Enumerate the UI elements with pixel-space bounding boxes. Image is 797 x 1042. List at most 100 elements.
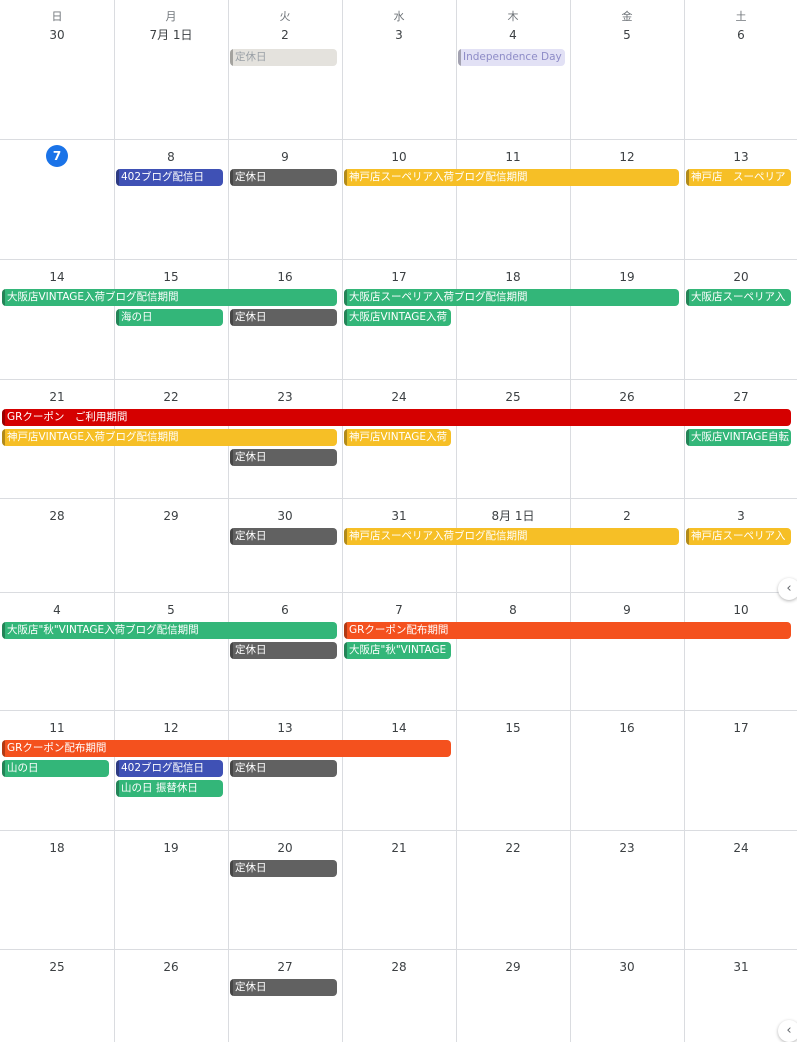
day-number[interactable]: 7月 1日: [114, 28, 228, 42]
chevron-left-icon[interactable]: ‹: [778, 1020, 797, 1042]
day-number[interactable]: 27: [228, 960, 342, 974]
calendar-event-chip[interactable]: 山の日 振替休日: [116, 780, 223, 797]
calendar-event-chip[interactable]: 大阪店スーペリア入: [686, 289, 791, 306]
day-number[interactable]: 10: [684, 603, 797, 617]
day-number[interactable]: 25: [456, 390, 570, 404]
event-edge-marker: [2, 409, 5, 426]
day-number[interactable]: 24: [684, 841, 797, 855]
calendar-event-chip[interactable]: 神戸店スーペリア入荷ブログ配信期間: [344, 169, 679, 186]
calendar-event-chip[interactable]: 大阪店"秋"VINTAGE: [344, 642, 451, 659]
day-number[interactable]: 31: [684, 960, 797, 974]
calendar-event-chip[interactable]: 大阪店VINTAGE入荷ブログ配信期間: [2, 289, 337, 306]
day-number[interactable]: 19: [114, 841, 228, 855]
day-number[interactable]: 5: [570, 28, 684, 42]
day-number[interactable]: 31: [342, 509, 456, 523]
day-number[interactable]: 17: [684, 721, 797, 735]
day-number[interactable]: 28: [0, 509, 114, 523]
day-number[interactable]: 20: [684, 270, 797, 284]
calendar-event-chip[interactable]: 神戸店スーペリア入: [686, 528, 791, 545]
calendar-event-chip[interactable]: 定休日: [230, 642, 337, 659]
day-number[interactable]: 24: [342, 390, 456, 404]
day-number[interactable]: 15: [114, 270, 228, 284]
day-number[interactable]: 29: [456, 960, 570, 974]
day-number[interactable]: 23: [570, 841, 684, 855]
calendar-event-chip[interactable]: 海の日: [116, 309, 223, 326]
event-edge-marker: [344, 309, 347, 326]
day-number[interactable]: 3: [684, 509, 797, 523]
day-number[interactable]: 11: [456, 150, 570, 164]
day-number[interactable]: 26: [114, 960, 228, 974]
day-number[interactable]: 9: [228, 150, 342, 164]
day-number[interactable]: 26: [570, 390, 684, 404]
calendar-event-chip[interactable]: GRクーポン ご利用期間: [2, 409, 791, 426]
day-number[interactable]: 30: [0, 28, 114, 42]
event-title: 定休日: [235, 530, 267, 542]
calendar-event-chip[interactable]: GRクーポン配布期間: [344, 622, 791, 639]
calendar-event-chip[interactable]: 大阪店VINTAGE自転: [686, 429, 791, 446]
day-number[interactable]: 18: [456, 270, 570, 284]
day-number[interactable]: 11: [0, 721, 114, 735]
calendar-event-chip[interactable]: 定休日: [230, 169, 337, 186]
day-number[interactable]: 8月 1日: [456, 509, 570, 523]
calendar-event-chip[interactable]: 定休日: [230, 309, 337, 326]
calendar-event-chip[interactable]: 神戸店 スーペリア: [686, 169, 791, 186]
day-number[interactable]: 9: [570, 603, 684, 617]
day-number[interactable]: 2: [570, 509, 684, 523]
calendar-event-chip[interactable]: 神戸店VINTAGE入荷ブログ配信期間: [2, 429, 337, 446]
day-number[interactable]: 4: [456, 28, 570, 42]
calendar-event-chip[interactable]: 定休日: [230, 979, 337, 996]
day-number[interactable]: 2: [228, 28, 342, 42]
day-number[interactable]: 30: [228, 509, 342, 523]
day-number[interactable]: 17: [342, 270, 456, 284]
calendar-event-chip[interactable]: 神戸店スーペリア入荷ブログ配信期間: [344, 528, 679, 545]
chevron-left-icon[interactable]: ‹: [778, 578, 797, 600]
day-number[interactable]: 19: [570, 270, 684, 284]
day-number[interactable]: 15: [456, 721, 570, 735]
day-number[interactable]: 14: [342, 721, 456, 735]
day-number[interactable]: 28: [342, 960, 456, 974]
day-number[interactable]: 18: [0, 841, 114, 855]
day-number[interactable]: 5: [114, 603, 228, 617]
day-number[interactable]: 6: [684, 28, 797, 42]
calendar-event-chip[interactable]: 402ブログ配信日: [116, 169, 223, 186]
day-number[interactable]: 6: [228, 603, 342, 617]
calendar-event-chip[interactable]: 定休日: [230, 449, 337, 466]
day-number[interactable]: 29: [114, 509, 228, 523]
calendar-event-chip[interactable]: 大阪店VINTAGE入荷: [344, 309, 451, 326]
calendar-event-chip[interactable]: 定休日: [230, 860, 337, 877]
calendar-event-chip[interactable]: 山の日: [2, 760, 109, 777]
day-number[interactable]: 25: [0, 960, 114, 974]
today-date-badge[interactable]: 7: [46, 145, 68, 167]
calendar-event-chip[interactable]: Independence Day: [458, 49, 565, 66]
calendar-event-chip[interactable]: 大阪店スーペリア入荷ブログ配信期間: [344, 289, 679, 306]
day-number[interactable]: 3: [342, 28, 456, 42]
day-number[interactable]: 12: [114, 721, 228, 735]
day-number[interactable]: 7: [342, 603, 456, 617]
day-number[interactable]: 13: [228, 721, 342, 735]
day-number[interactable]: 21: [0, 390, 114, 404]
day-number[interactable]: 10: [342, 150, 456, 164]
day-number[interactable]: 14: [0, 270, 114, 284]
calendar-event-chip[interactable]: 定休日: [230, 528, 337, 545]
day-number[interactable]: 21: [342, 841, 456, 855]
day-number[interactable]: 8: [114, 150, 228, 164]
day-number[interactable]: 23: [228, 390, 342, 404]
day-number[interactable]: 27: [684, 390, 797, 404]
day-number[interactable]: 20: [228, 841, 342, 855]
calendar-event-chip[interactable]: 大阪店"秋"VINTAGE入荷ブログ配信期間: [2, 622, 337, 639]
calendar-event-chip[interactable]: GRクーポン配布期間: [2, 740, 451, 757]
calendar-event-chip[interactable]: 定休日: [230, 760, 337, 777]
day-number[interactable]: 13: [684, 150, 797, 164]
calendar-event-chip[interactable]: 神戸店VINTAGE入荷: [344, 429, 451, 446]
day-number[interactable]: 30: [570, 960, 684, 974]
day-number[interactable]: 12: [570, 150, 684, 164]
day-number[interactable]: 22: [114, 390, 228, 404]
event-title: 大阪店VINTAGE自転: [691, 431, 790, 443]
calendar-event-chip[interactable]: 402ブログ配信日: [116, 760, 223, 777]
day-number[interactable]: 8: [456, 603, 570, 617]
day-number[interactable]: 16: [228, 270, 342, 284]
day-number[interactable]: 16: [570, 721, 684, 735]
calendar-event-chip[interactable]: 定休日: [230, 49, 337, 66]
day-number[interactable]: 4: [0, 603, 114, 617]
day-number[interactable]: 22: [456, 841, 570, 855]
